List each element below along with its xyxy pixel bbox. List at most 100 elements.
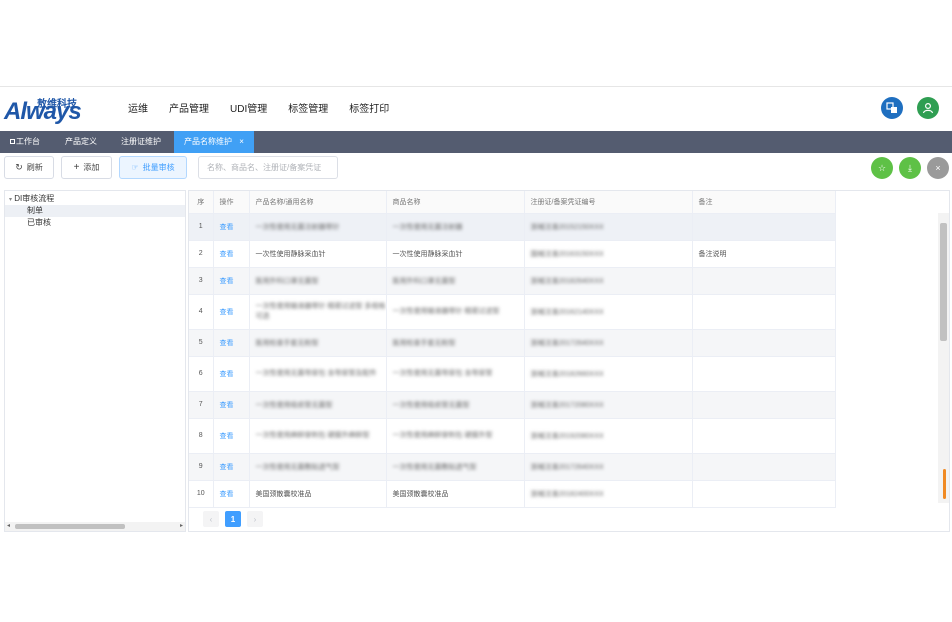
favorite-button[interactable]: ☆	[871, 157, 893, 179]
download-button[interactable]: ⤓	[899, 157, 921, 179]
tab-label: 注册证维护	[121, 137, 161, 146]
logo-chinese: 敖维科技	[37, 99, 77, 110]
col-header-registration[interactable]: 注册证/备案凭证编号	[524, 191, 693, 214]
table-row[interactable]: 5 查看 医用检查手套无粉型 医用检查手套无粉型 浙械注准20172640XXX	[189, 329, 836, 357]
brand-logo[interactable]: Always 敖维科技	[4, 93, 82, 125]
user-icon	[922, 102, 934, 114]
product-name-cell: 一次性使用输液器带针 精密过滤型 多规格可选	[249, 294, 387, 330]
batch-review-button[interactable]: ☞ 批量审核	[119, 156, 187, 179]
table-row[interactable]: 6 查看 一次性使用无菌导尿包 含导尿管及配件 一次性使用无菌导尿包 含导尿管 …	[189, 356, 836, 392]
scrollbar-thumb[interactable]	[940, 223, 947, 341]
view-link[interactable]: 查看	[213, 267, 250, 295]
refresh-icon: ↻	[15, 162, 23, 172]
table-row[interactable]: 4 查看 一次性使用输液器带针 精密过滤型 多规格可选 一次性使用输液器带针 精…	[189, 294, 836, 330]
view-link[interactable]: 查看	[213, 453, 250, 481]
user-avatar-button[interactable]	[917, 97, 939, 119]
product-name-cell: 美国颈散囊校准品	[249, 480, 387, 508]
row-index: 7	[189, 391, 214, 419]
trade-name-cell: 一次性使用输液器带针 精密过滤型	[386, 294, 525, 330]
tree-node-root[interactable]: ▾ DI审核流程	[5, 193, 185, 205]
trade-name-cell: 一次性使用无菌导尿包 含导尿管	[386, 356, 525, 392]
table-row[interactable]: 3 查看 医用外科口罩无菌型 医用外科口罩无菌型 浙械注准20182640XXX	[189, 267, 836, 295]
close-icon: ×	[935, 163, 941, 173]
view-link[interactable]: 查看	[213, 356, 250, 392]
tree-node-label: 已审核	[27, 218, 51, 227]
trade-name-cell: 美国颈散囊校准品	[386, 480, 525, 508]
main-nav: 运维 产品管理 UDI管理 标签管理 标签打印	[128, 87, 410, 132]
add-button[interactable]: + 添加	[61, 156, 112, 179]
note-cell	[692, 213, 836, 241]
table-header: 序 操作 产品名称/通用名称 商品名称 注册证/备案凭证编号 备注	[189, 191, 836, 214]
table-row[interactable]: 2 查看 一次性使用静脉采血针 一次性使用静脉采血针 国械注准20163150X…	[189, 240, 836, 268]
registration-cell: 浙械注准20182400XXX	[524, 480, 693, 508]
table-row[interactable]: 10 查看 美国颈散囊校准品 美国颈散囊校准品 浙械注准20182400XXX	[189, 480, 836, 508]
trade-name-cell: 医用外科口罩无菌型	[386, 267, 525, 295]
refresh-button[interactable]: ↻ 刷新	[4, 156, 54, 179]
toolbar: ↻ 刷新 + 添加 ☞ 批量审核 ☆ ⤓ ×	[0, 153, 952, 183]
nav-item-product[interactable]: 产品管理	[169, 87, 209, 132]
tree-node-draft[interactable]: 制单	[5, 205, 185, 217]
close-icon[interactable]: ×	[239, 137, 244, 146]
nav-item-label-print[interactable]: 标签打印	[349, 87, 389, 132]
trade-name-cell: 一次性使用无菌敷贴透气型	[386, 453, 525, 481]
prev-page-button[interactable]: ‹	[203, 511, 219, 527]
refresh-label: 刷新	[26, 163, 43, 172]
registration-cell: 国械注准20163150XXX	[524, 240, 693, 268]
view-link[interactable]: 查看	[213, 240, 250, 268]
nav-item-udi[interactable]: UDI管理	[230, 87, 267, 132]
row-index: 2	[189, 240, 214, 268]
table-scrollbar[interactable]	[938, 213, 949, 503]
switch-icon	[886, 102, 897, 113]
star-icon: ☆	[877, 162, 887, 173]
view-link[interactable]: 查看	[213, 418, 250, 454]
registration-cell: 浙械注准20172640XXX	[524, 329, 693, 357]
row-index: 1	[189, 213, 214, 241]
row-index: 3	[189, 267, 214, 295]
tree-node-reviewed[interactable]: 已审核	[5, 217, 185, 229]
col-header-trade-name[interactable]: 商品名称	[386, 191, 525, 214]
page-number[interactable]: 1	[225, 511, 241, 527]
product-name-cell: 医用检查手套无粉型	[249, 329, 387, 357]
note-cell	[692, 356, 836, 392]
tree-root-label: DI审核流程	[14, 194, 55, 203]
registration-cell: 浙械注准20192080XXX	[524, 418, 693, 454]
tab-product-name[interactable]: 产品名称维护 ×	[174, 131, 254, 153]
nav-item-label-manage[interactable]: 标签管理	[288, 87, 328, 132]
scroll-marker	[943, 469, 946, 499]
product-name-cell: 医用外科口罩无菌型	[249, 267, 387, 295]
close-button[interactable]: ×	[927, 157, 949, 179]
sidebar-scrollbar[interactable]: ◂ ▸	[5, 522, 185, 531]
scroll-right-icon[interactable]: ▸	[180, 522, 183, 531]
table-row[interactable]: 7 查看 一次性使用吸痰管无菌型 一次性使用吸痰管无菌型 浙械注准2017208…	[189, 391, 836, 419]
next-page-button[interactable]: ›	[247, 511, 263, 527]
view-link[interactable]: 查看	[213, 213, 250, 241]
nav-item-ops[interactable]: 运维	[128, 87, 148, 132]
top-header: Always 敖维科技 运维 产品管理 UDI管理 标签管理 标签打印	[0, 86, 952, 131]
registration-cell: 浙械注准20172640XXX	[524, 453, 693, 481]
table-row[interactable]: 8 查看 一次性使用麻醉穿刺包 硬膜外麻醉型 一次性使用麻醉穿刺包 硬膜外型 浙…	[189, 418, 836, 454]
tab-bar: 工作台 产品定义 注册证维护 产品名称维护 ×	[0, 131, 952, 153]
trade-name-cell: 一次性使用吸痰管无菌型	[386, 391, 525, 419]
scrollbar-thumb[interactable]	[15, 524, 125, 529]
view-link[interactable]: 查看	[213, 480, 250, 508]
registration-cell: 浙械注准20162140XXX	[524, 294, 693, 330]
table-row[interactable]: 9 查看 一次性使用无菌敷贴透气型 一次性使用无菌敷贴透气型 浙械注准20172…	[189, 453, 836, 481]
col-header-product-name[interactable]: 产品名称/通用名称	[249, 191, 387, 214]
switch-account-button[interactable]	[881, 97, 903, 119]
tab-registration[interactable]: 注册证维护	[111, 131, 171, 153]
tab-workbench[interactable]: 工作台	[0, 131, 50, 153]
table-row[interactable]: 1 查看 一次性使用无菌注射器带针 一次性使用无菌注射器 浙械注准2015215…	[189, 213, 836, 241]
review-icon: ☞	[131, 163, 139, 172]
tree-node-label: 制单	[27, 206, 43, 215]
view-link[interactable]: 查看	[213, 391, 250, 419]
view-link[interactable]: 查看	[213, 294, 250, 330]
product-name-cell: 一次性使用麻醉穿刺包 硬膜外麻醉型	[249, 418, 387, 454]
product-name-cell: 一次性使用吸痰管无菌型	[249, 391, 387, 419]
search-input[interactable]	[198, 156, 338, 179]
tab-product-definition[interactable]: 产品定义	[55, 131, 107, 153]
scroll-left-icon[interactable]: ◂	[7, 522, 10, 531]
note-cell	[692, 418, 836, 454]
view-link[interactable]: 查看	[213, 329, 250, 357]
registration-cell: 浙械注准20172080XXX	[524, 391, 693, 419]
col-header-note[interactable]: 备注	[692, 191, 836, 214]
